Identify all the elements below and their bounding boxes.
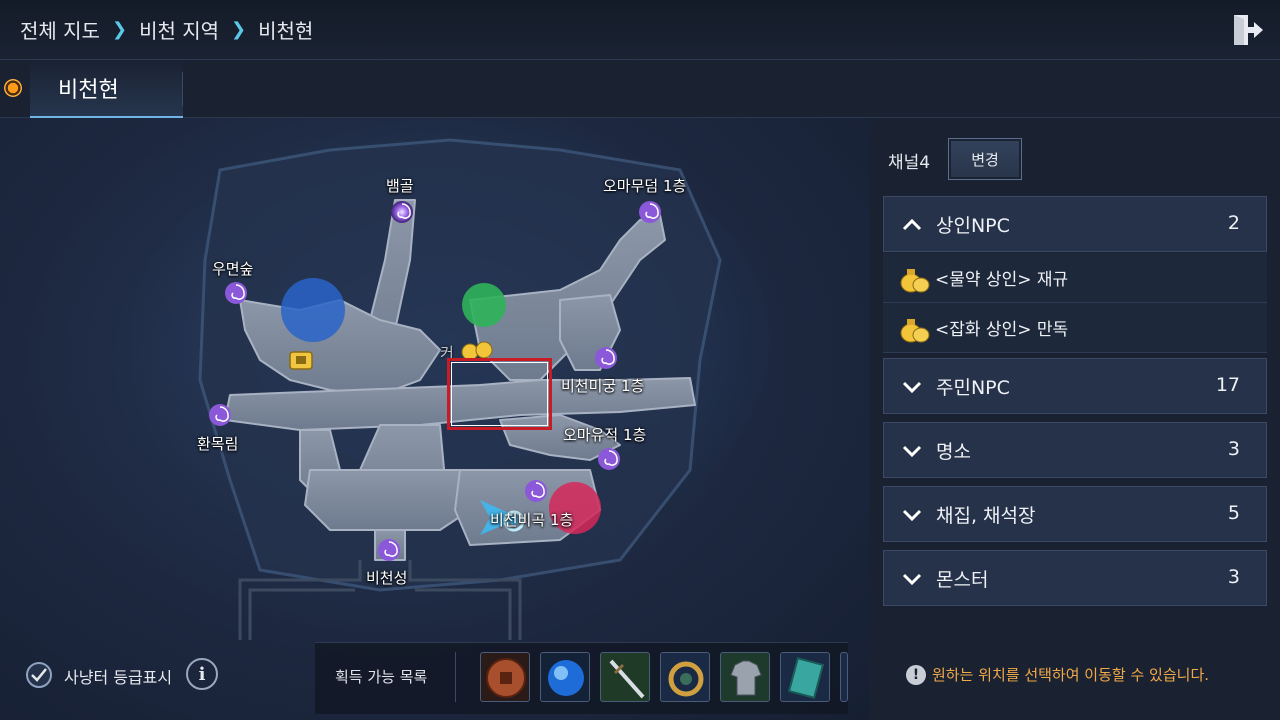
sword-icon[interactable] bbox=[600, 652, 650, 702]
portal-icon[interactable] bbox=[224, 281, 248, 305]
chevron-right-icon: ❯ bbox=[231, 19, 247, 40]
map-label[interactable]: 비천성 bbox=[366, 567, 407, 588]
divider bbox=[455, 652, 456, 702]
category-count: 3 bbox=[1227, 438, 1240, 460]
top-bar: 전체 지도 ❯ 비천 지역 ❯ 비천현 bbox=[0, 0, 1280, 60]
partial-item-slot bbox=[840, 652, 848, 702]
obtainable-label: 획득 가능 목록 bbox=[335, 668, 428, 686]
money-bag-icon bbox=[900, 319, 930, 343]
grade-display-label: 사냥터 등급표시 bbox=[64, 668, 173, 687]
category-monster[interactable]: 몬스터 3 bbox=[883, 550, 1267, 606]
chevron-down-icon bbox=[902, 381, 922, 394]
checkbox-grade-display[interactable] bbox=[26, 662, 52, 688]
category-label: 명소 bbox=[936, 440, 971, 463]
category-label: 채집, 채석장 bbox=[936, 504, 1036, 527]
ancient-coin-icon[interactable] bbox=[480, 652, 530, 702]
category-landmark[interactable]: 명소 3 bbox=[883, 422, 1267, 478]
hint-message: ! 원하는 위치를 선택하여 이동할 수 있습니다. bbox=[906, 664, 1209, 685]
portal-icon[interactable] bbox=[208, 403, 232, 427]
info-icon[interactable]: i bbox=[186, 658, 218, 690]
tab-bar bbox=[0, 60, 1280, 118]
npc-name: <물약 상인> 재규 bbox=[935, 270, 1069, 290]
npc-list-item[interactable]: <잡화 상인> 만독 bbox=[883, 303, 1267, 353]
map-label[interactable]: 비천비곡 1층 bbox=[490, 509, 573, 530]
portal-icon[interactable] bbox=[594, 346, 618, 370]
category-resident-npc[interactable]: 주민NPC 17 bbox=[883, 358, 1267, 414]
category-count: 5 bbox=[1227, 502, 1240, 524]
category-gathering[interactable]: 채집, 채석장 5 bbox=[883, 486, 1267, 542]
npc-list-item[interactable]: <물약 상인> 재규 bbox=[883, 253, 1267, 303]
map-label[interactable]: 비천미궁 1층 bbox=[561, 375, 644, 396]
map-terrain bbox=[130, 120, 770, 640]
selection-highlight bbox=[447, 358, 552, 430]
breadcrumb-world-map[interactable]: 전체 지도 bbox=[20, 15, 100, 44]
category-count: 2 bbox=[1227, 212, 1240, 234]
breadcrumb-region[interactable]: 비천 지역 bbox=[139, 15, 219, 44]
armor-icon[interactable] bbox=[720, 652, 770, 702]
location-marker-icon bbox=[4, 79, 22, 97]
exit-icon[interactable] bbox=[1230, 12, 1266, 48]
chevron-up-icon bbox=[902, 218, 922, 231]
hint-text: 원하는 위치를 선택하여 이동할 수 있습니다. bbox=[932, 666, 1210, 684]
map-label[interactable]: 환목림 bbox=[197, 433, 238, 454]
category-count: 17 bbox=[1215, 374, 1240, 396]
tab-bicheonhyeon[interactable]: 비천현 bbox=[30, 60, 183, 118]
blue-orb-icon[interactable] bbox=[540, 652, 590, 702]
channel-label: 채널4 bbox=[888, 153, 931, 173]
portal-icon[interactable] bbox=[390, 200, 414, 224]
portal-icon[interactable] bbox=[597, 447, 621, 471]
chevron-down-icon bbox=[902, 573, 922, 586]
category-label: 주민NPC bbox=[936, 376, 1010, 399]
map-label[interactable]: 오마유적 1층 bbox=[563, 424, 646, 445]
map-label[interactable]: 우면숲 bbox=[212, 258, 253, 279]
change-channel-button[interactable]: 변경 bbox=[948, 138, 1022, 180]
chevron-down-icon bbox=[902, 445, 922, 458]
category-merchant-npc[interactable]: 상인NPC 2 bbox=[883, 196, 1267, 252]
category-label: 몬스터 bbox=[936, 568, 989, 591]
map-area[interactable]: 뱀골 오마무덤 1층 우면숲 커 비천미궁 1층 환목림 오마유적 1층 비천비… bbox=[0, 118, 870, 720]
chevron-right-icon: ❯ bbox=[111, 19, 128, 40]
portal-icon[interactable] bbox=[377, 538, 401, 562]
chevron-down-icon bbox=[902, 509, 922, 522]
category-count: 3 bbox=[1227, 566, 1240, 588]
warning-icon: ! bbox=[906, 664, 926, 685]
portal-icon[interactable] bbox=[524, 479, 548, 503]
breadcrumb-current: 비천현 bbox=[258, 19, 314, 43]
category-label: 상인NPC bbox=[936, 214, 1010, 237]
money-bag-icon bbox=[900, 269, 930, 293]
map-label[interactable]: 오마무덤 1층 bbox=[603, 175, 686, 196]
checkmark-icon bbox=[31, 668, 47, 682]
skill-book-icon[interactable] bbox=[780, 652, 830, 702]
map-label[interactable]: 뱀골 bbox=[386, 175, 414, 196]
portal-icon[interactable] bbox=[638, 200, 662, 224]
npc-name: <잡화 상인> 만독 bbox=[935, 320, 1069, 340]
divider bbox=[182, 72, 183, 106]
dragon-ring-icon[interactable] bbox=[660, 652, 710, 702]
